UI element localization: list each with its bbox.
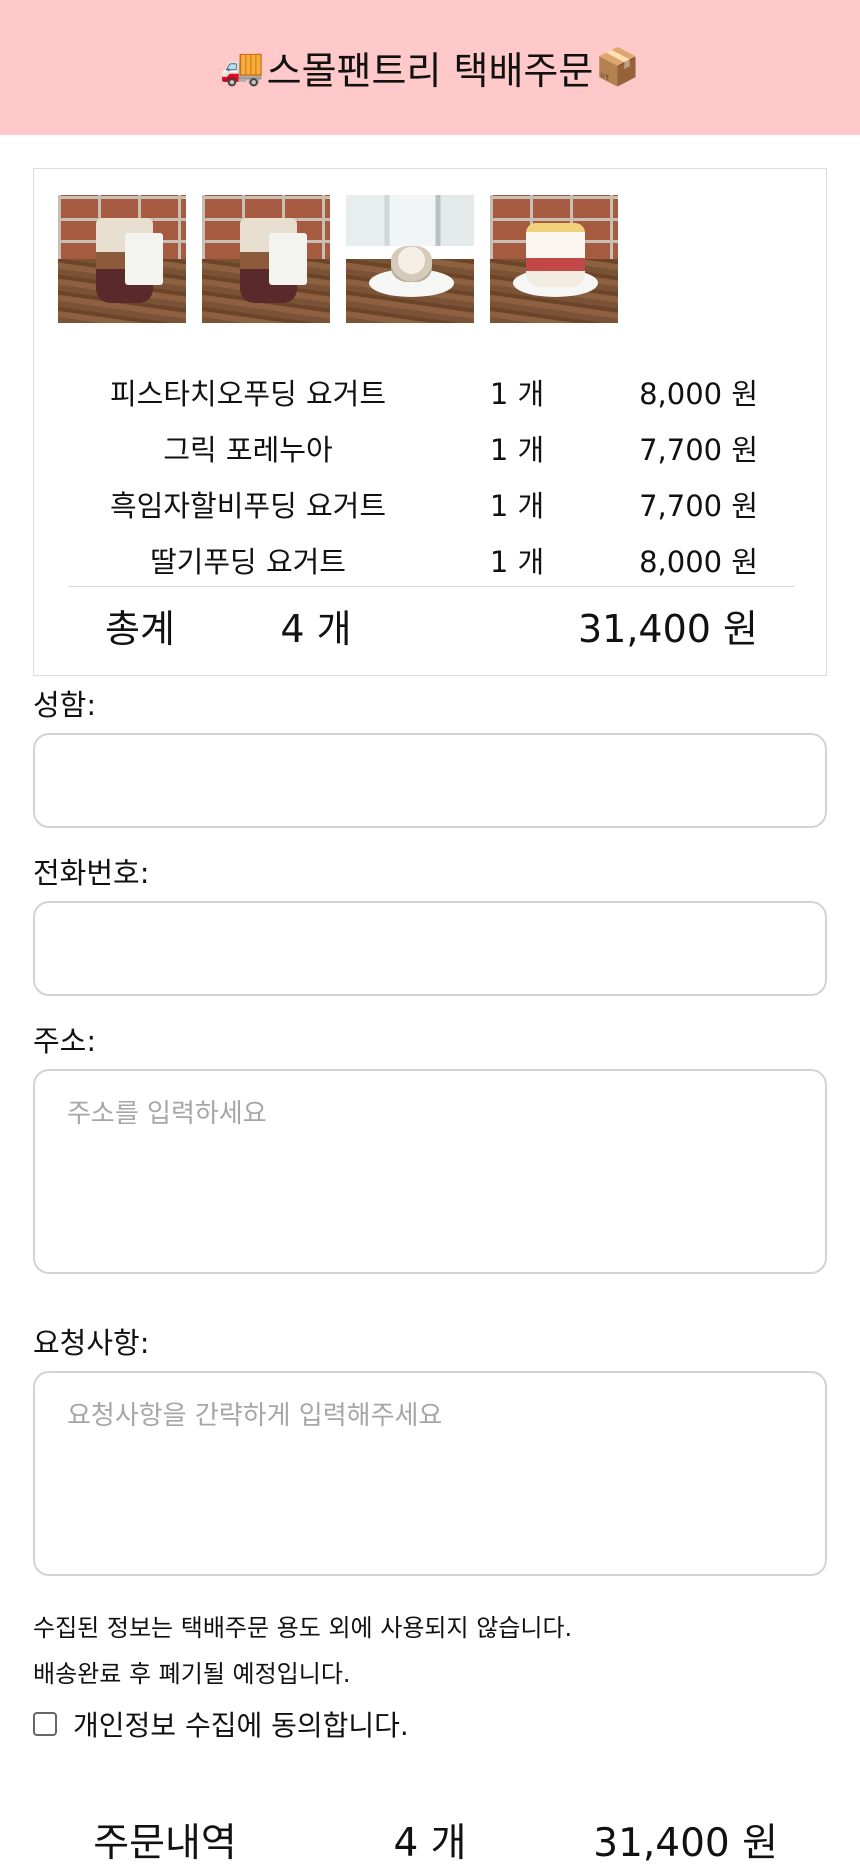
cart-total: 총계 4 개 31,400 원 <box>34 594 826 656</box>
product-thumbnails <box>58 195 618 323</box>
item-price: 8,000 원 <box>639 545 758 579</box>
item-name: 딸기푸딩 요거트 <box>150 545 346 579</box>
total-price: 31,400 원 <box>577 606 758 651</box>
cart-item: 딸기푸딩 요거트 1 개 8,000 원 <box>34 532 826 588</box>
privacy-consent-label: 개인정보 수집에 동의합니다. <box>73 1709 409 1742</box>
address-label: 주소: <box>33 1024 97 1058</box>
item-price: 8,000 원 <box>639 377 758 411</box>
total-quantity: 4 개 <box>280 606 352 651</box>
item-quantity: 1 개 <box>489 489 545 523</box>
product-image-black-sesame <box>346 195 474 323</box>
name-input[interactable] <box>33 733 827 828</box>
product-image-pistachio <box>58 195 186 323</box>
request-label: 요청사항: <box>33 1326 150 1360</box>
cart-item: 피스타치오푸딩 요거트 1 개 8,000 원 <box>34 364 826 420</box>
privacy-consent-checkbox[interactable] <box>33 1712 57 1736</box>
item-name: 피스타치오푸딩 요거트 <box>109 377 387 411</box>
page-title-text: 스몰팬트리 택배주문 <box>266 49 594 93</box>
request-textarea[interactable] <box>33 1371 827 1576</box>
delivery-truck-icon: 🚚 <box>219 46 265 88</box>
order-summary: 주문내역 4 개 31,400 원 <box>0 1810 860 1870</box>
item-price: 7,700 원 <box>639 489 758 523</box>
cart-item: 그릭 포레누아 1 개 7,700 원 <box>34 420 826 476</box>
name-label: 성함: <box>33 688 97 722</box>
order-summary-label: 주문내역 <box>93 1821 237 1866</box>
product-image-greek-foret-noire <box>202 195 330 323</box>
item-quantity: 1 개 <box>489 377 545 411</box>
item-quantity: 1 개 <box>489 433 545 467</box>
cart-divider <box>68 586 794 587</box>
order-summary-quantity: 4 개 <box>393 1821 467 1866</box>
item-price: 7,700 원 <box>639 433 758 467</box>
privacy-consent[interactable]: 개인정보 수집에 동의합니다. <box>33 1704 409 1744</box>
page-title: 🚚 스몰팬트리 택배주문 📦 <box>220 40 640 95</box>
privacy-notice-line1: 수집된 정보는 택배주문 용도 외에 사용되지 않습니다. <box>33 1614 573 1642</box>
total-label: 총계 <box>105 606 175 651</box>
privacy-notice-line2: 배송완료 후 폐기될 예정입니다. <box>33 1660 351 1688</box>
phone-label: 전화번호: <box>33 856 150 890</box>
item-name: 흑임자할비푸딩 요거트 <box>109 489 387 523</box>
cart-item: 흑임자할비푸딩 요거트 1 개 7,700 원 <box>34 476 826 532</box>
cart-summary: 피스타치오푸딩 요거트 1 개 8,000 원 그릭 포레누아 1 개 7,70… <box>33 168 827 676</box>
item-name: 그릭 포레누아 <box>163 433 333 467</box>
cart-items: 피스타치오푸딩 요거트 1 개 8,000 원 그릭 포레누아 1 개 7,70… <box>34 364 826 588</box>
page-header: 🚚 스몰팬트리 택배주문 📦 <box>0 0 860 135</box>
address-textarea[interactable] <box>33 1069 827 1274</box>
item-quantity: 1 개 <box>489 545 545 579</box>
package-icon: 📦 <box>595 46 641 88</box>
order-summary-price: 31,400 원 <box>593 1821 778 1866</box>
privacy-notice: 수집된 정보는 택배주문 용도 외에 사용되지 않습니다. 배송완료 후 폐기될… <box>33 1605 572 1697</box>
product-image-strawberry <box>490 195 618 323</box>
phone-input[interactable] <box>33 901 827 996</box>
